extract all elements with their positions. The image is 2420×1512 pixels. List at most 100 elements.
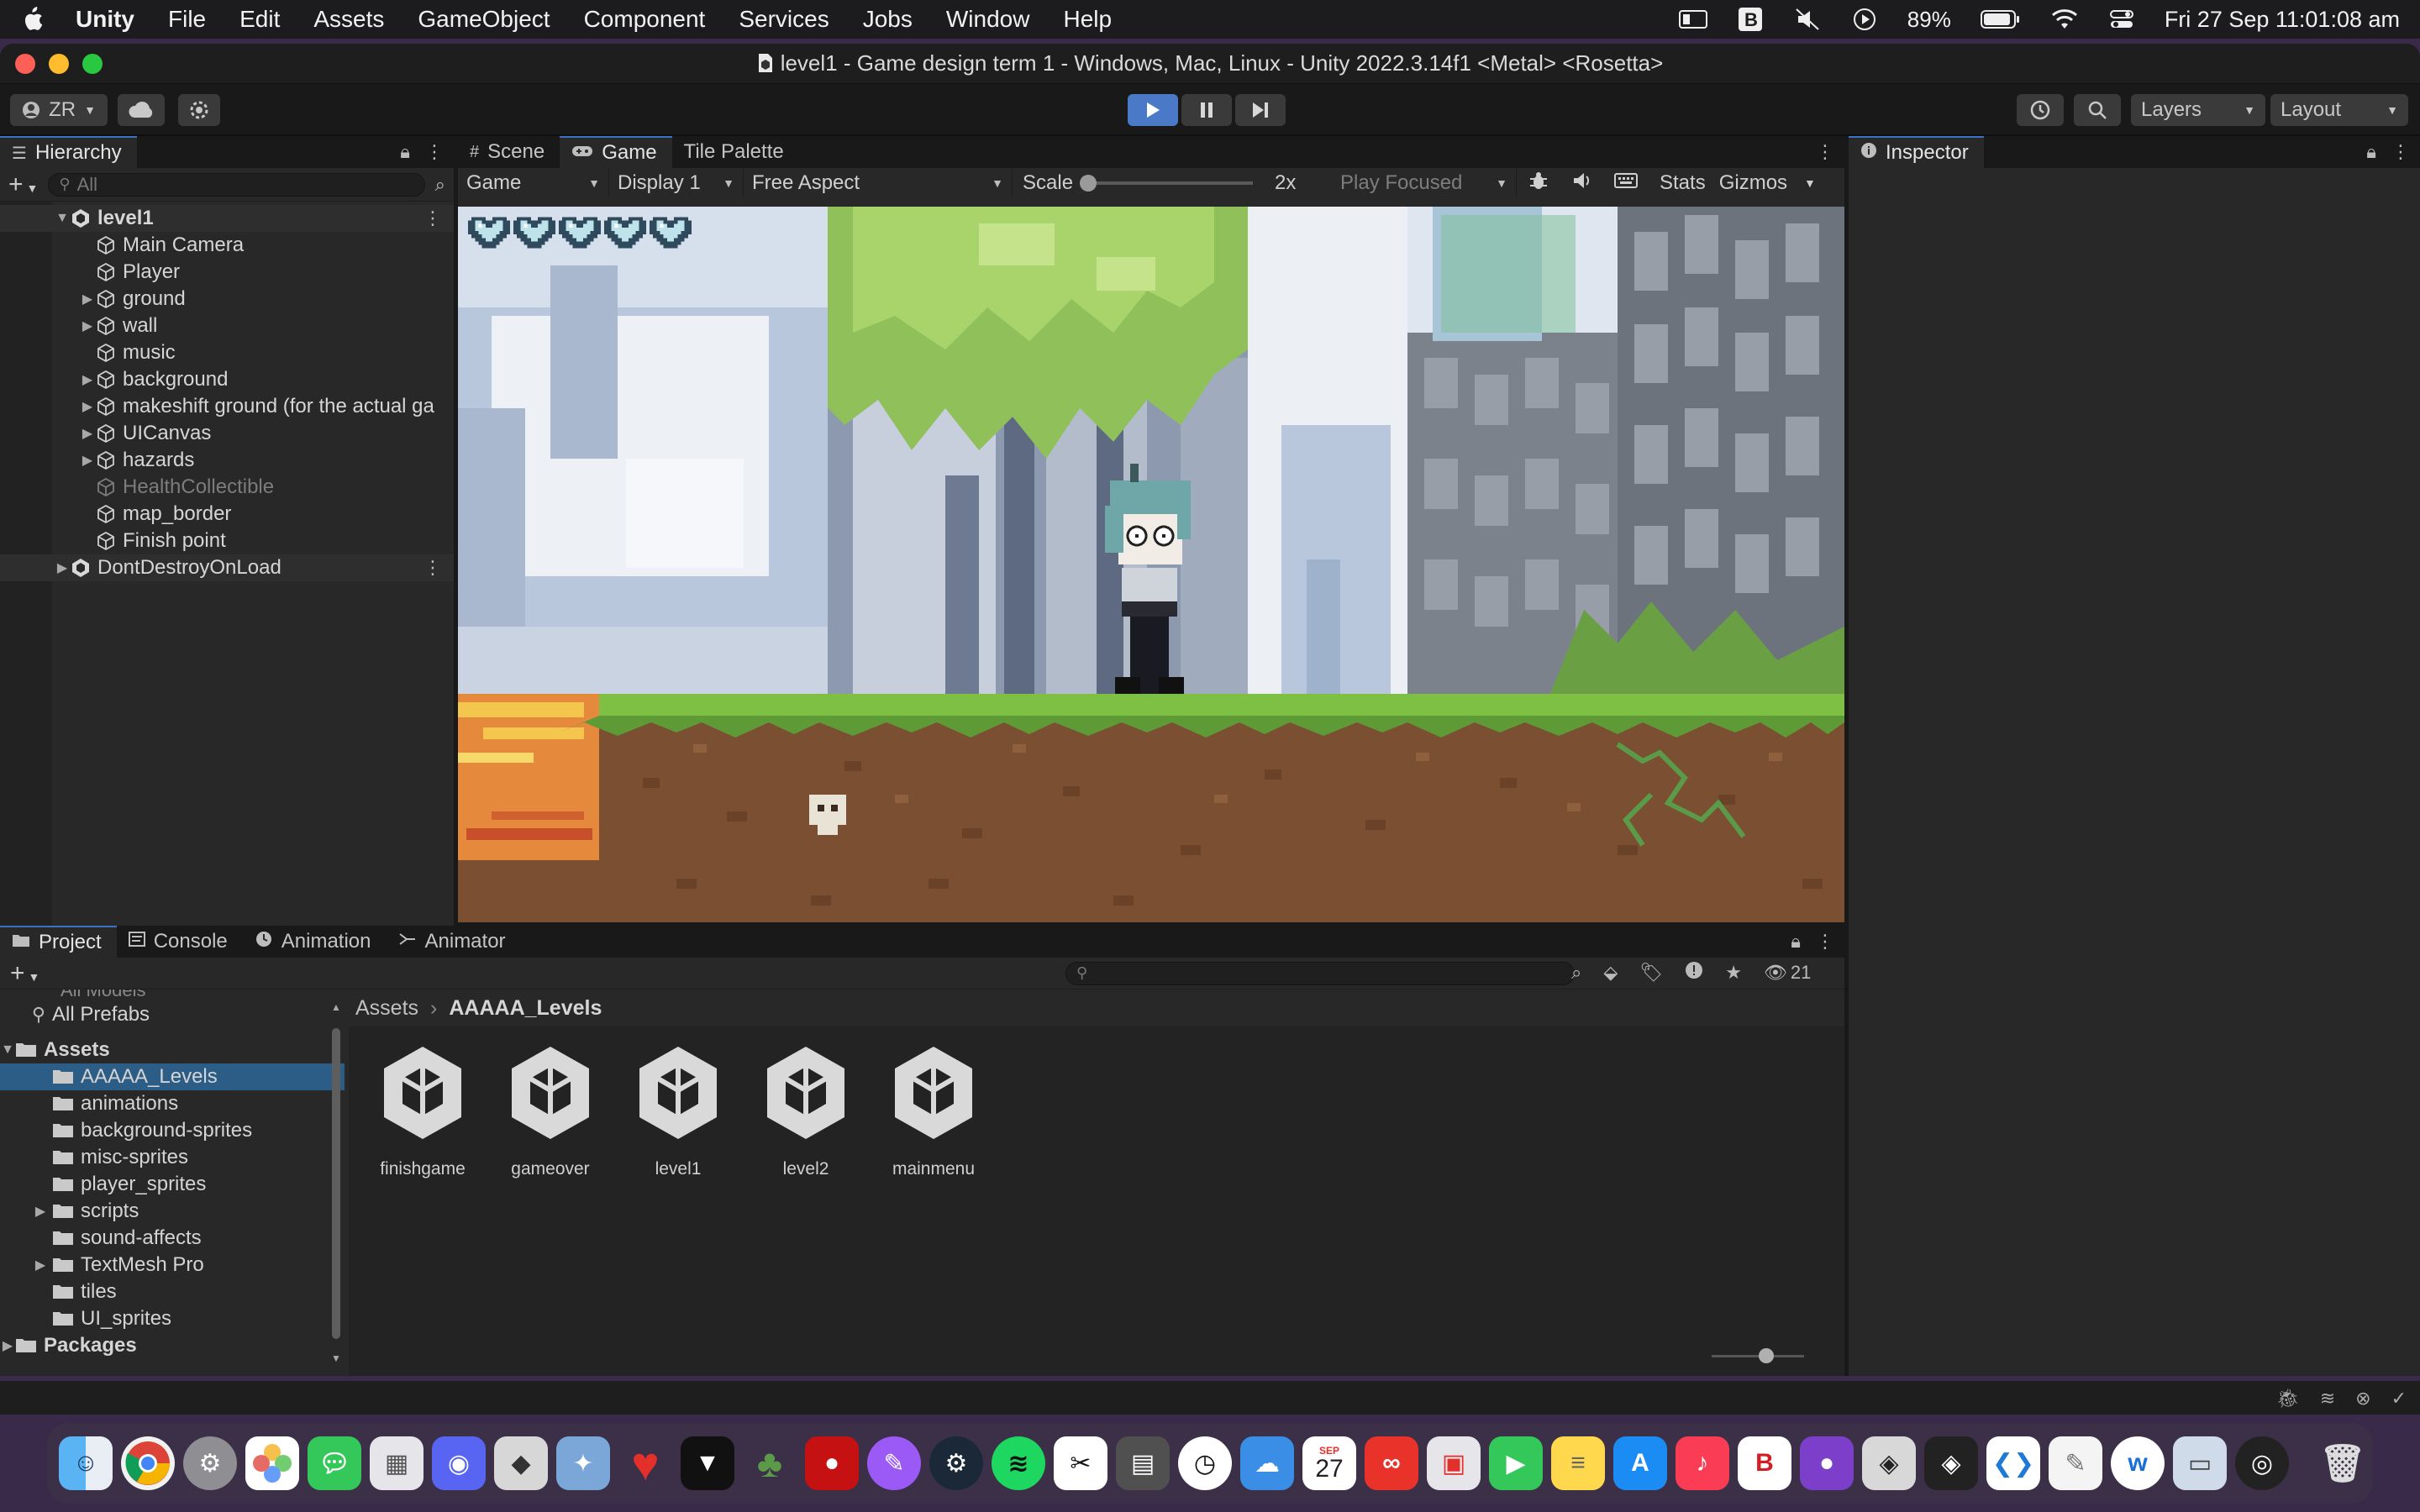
filter-by-type-icon[interactable]: ⬙ [1603,962,1618,984]
tab-game[interactable]: Game [560,136,672,168]
hierarchy-search-input[interactable]: ⚲ All [48,172,425,197]
hierarchy-item-background[interactable]: ▶ background [0,366,454,393]
scene-menu-icon[interactable]: ⋮ [424,207,442,229]
menu-component[interactable]: Component [584,6,706,33]
menu-gameobject[interactable]: GameObject [418,6,550,33]
expand-arrow-icon[interactable]: ▶ [54,559,71,576]
hierarchy-item-wall[interactable]: ▶ wall [0,312,454,339]
hierarchy-item-finish-point[interactable]: Finish point [0,528,454,554]
bbedit-dock-icon[interactable]: B [1738,1436,1791,1490]
menu-help[interactable]: Help [1063,6,1112,33]
among-us-icon[interactable]: ● [805,1436,859,1490]
account-dropdown[interactable]: ZR ▼ [10,94,108,126]
step-button[interactable] [1235,94,1286,126]
menu-edit[interactable]: Edit [239,6,280,33]
hierarchy-item-makeshift-ground-for-the-actual-ga[interactable]: ▶ makeshift ground (for the actual ga [0,393,454,420]
asset-scene-level1[interactable]: level1 [628,1043,729,1179]
project-folder-misc-sprites[interactable]: misc-sprites [0,1144,345,1171]
pdf-app-icon[interactable]: ▣ [1427,1436,1481,1490]
pen-app-icon[interactable]: ✎ [867,1436,921,1490]
game-render-viewport[interactable] [458,207,1844,922]
now-playing-icon[interactable] [1850,8,1879,31]
calendar-icon[interactable]: SEP 27 [1302,1436,1356,1490]
scale-slider[interactable] [1080,175,1254,192]
asset-scene-level2[interactable]: level2 [755,1043,856,1179]
expand-arrow-icon[interactable]: ▼ [54,211,71,226]
hierarchy-item-main-camera[interactable]: Main Camera [0,232,454,259]
discord-icon[interactable]: ◉ [432,1436,486,1490]
launchpad-icon[interactable]: ▦ [370,1436,424,1490]
hierarchy-item-map-border[interactable]: map_border [0,501,454,528]
layers-stack-icon[interactable]: ≋ [2320,1388,2335,1410]
game-mode-dropdown[interactable]: Game ▼ [458,169,609,197]
breadcrumb-assets[interactable]: Assets [355,996,418,1021]
breadcrumb-current[interactable]: AAAAA_Levels [449,996,602,1021]
expand-arrow-icon[interactable]: ▶ [79,371,96,388]
obs-icon[interactable]: ◎ [2235,1436,2289,1490]
steam-icon[interactable]: ⚙ [929,1436,983,1490]
photos-icon[interactable] [245,1436,299,1490]
battery-icon[interactable] [1980,8,2022,31]
spotify-icon[interactable]: ≋ [992,1436,1045,1490]
game-app-icon[interactable]: ▼ [681,1436,734,1490]
weather-icon[interactable]: ☁ [1240,1436,1294,1490]
gizmos-button[interactable]: Gizmos [1719,171,1787,195]
music-icon[interactable]: ♪ [1676,1436,1729,1490]
project-folder-background-sprites[interactable]: background-sprites [0,1117,345,1144]
expand-arrow-icon[interactable]: ▶ [79,425,96,442]
trash-icon[interactable]: 🗑︎ [2316,1436,2370,1490]
unity-editor-icon[interactable]: ◈ [1924,1436,1978,1490]
hierarchy-item-music[interactable]: music [0,339,454,366]
hierarchy-item-hazards[interactable]: ▶ hazards [0,447,454,474]
filter-by-label-icon[interactable]: 🏷︎ [1639,962,1663,984]
menu-jobs[interactable]: Jobs [863,6,913,33]
layout-dropdown[interactable]: Layout ▼ [2270,94,2408,126]
icon-size-slider-thumb[interactable] [1759,1348,1774,1363]
menu-window[interactable]: Window [946,6,1030,33]
calculator-icon[interactable]: ▤ [1116,1436,1170,1490]
hierarchy-item-player[interactable]: Player [0,259,454,286]
scene-menu-icon[interactable]: ⋮ [424,557,442,579]
cloud-button[interactable] [118,94,165,126]
expand-arrow-icon[interactable]: ▶ [79,291,96,307]
hierarchy-item-healthcollectible[interactable]: HealthCollectible [0,474,454,501]
messages-icon[interactable]: 💬︎ [308,1436,361,1490]
panel-menu-icon[interactable]: ⋮ [1816,931,1834,953]
favorites-all-prefabs[interactable]: ⚲ All Prefabs [0,1001,345,1028]
tab-scene[interactable]: # Scene [458,136,560,168]
tab-project[interactable]: Project [0,926,117,958]
menu-app-unity[interactable]: Unity [76,6,134,33]
scale-slider-thumb[interactable] [1080,175,1097,192]
project-folder-aaaaa-levels[interactable]: AAAAA_Levels [0,1063,345,1090]
expand-arrow-icon[interactable]: ▼ [0,1042,15,1058]
system-settings-icon[interactable]: ⚙ [183,1436,237,1490]
tab-console[interactable]: Console [117,926,243,958]
keyboard-icon[interactable] [1604,171,1648,195]
hierarchy-item-uicanvas[interactable]: ▶ UICanvas [0,420,454,447]
search-by-type-icon[interactable]: ⌕ [1571,962,1581,984]
project-folder-scripts[interactable]: ▶ scripts [0,1198,345,1225]
lock-icon[interactable]: 🔒︎ [1791,931,1801,953]
control-center-icon[interactable] [2107,8,2136,31]
bbedit-icon[interactable]: B [1736,8,1765,31]
tab-animator[interactable]: Animator [387,926,521,958]
tab-hierarchy[interactable]: ☰ Hierarchy [0,136,137,168]
notes-icon[interactable]: ≡ [1551,1436,1605,1490]
folder-tree-scrollbar[interactable]: ▲ ▼ [331,1001,341,1364]
heart-app-icon[interactable]: ♥ [618,1436,672,1490]
asset-scene-mainmenu[interactable]: mainmenu [883,1043,984,1179]
tab-tile-palette[interactable]: Tile Palette [672,136,799,168]
project-folder-textmesh-pro[interactable]: ▶ TextMesh Pro [0,1252,345,1278]
finder-icon[interactable]: ☺ [59,1436,113,1490]
expand-arrow-icon[interactable]: ▶ [0,1337,15,1354]
create-add-button[interactable]: + ▼ [8,171,38,199]
clock-icon[interactable]: ◷ [1178,1436,1232,1490]
project-folder-player-sprites[interactable]: player_sprites [0,1171,345,1198]
hierarchy-scene-dontdestroyonload[interactable]: ▶ DontDestroyOnLoad ⋮ [0,554,454,581]
github-desktop-icon[interactable]: ● [1800,1436,1854,1490]
project-folder-sound-affects[interactable]: sound-affects [0,1225,345,1252]
undo-history-button[interactable] [2017,94,2064,126]
menu-file[interactable]: File [168,6,206,33]
assets-root-folder[interactable]: ▼ Assets [0,1037,345,1063]
layers-dropdown[interactable]: Layers ▼ [2131,94,2265,126]
